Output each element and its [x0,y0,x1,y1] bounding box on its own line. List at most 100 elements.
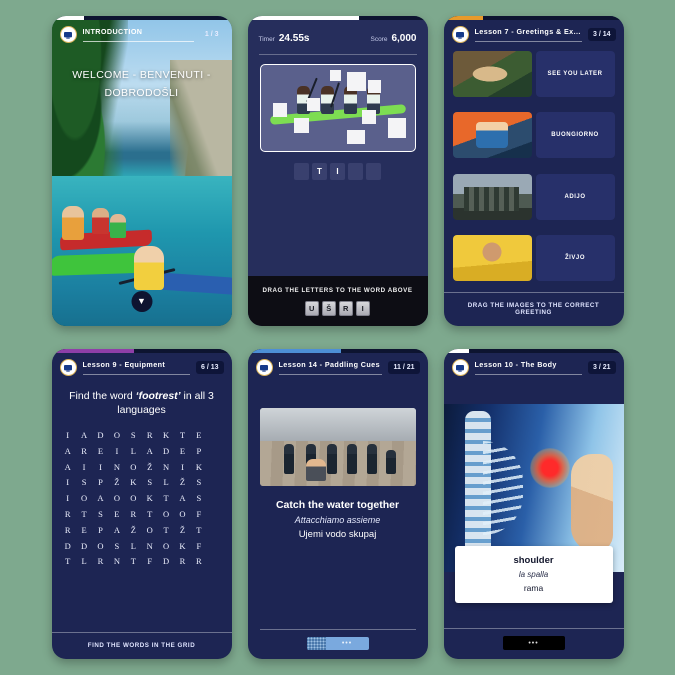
grid-letter[interactable]: K [125,475,141,491]
grid-letter[interactable]: F [191,507,207,523]
answer-slot[interactable]: T [312,163,327,180]
letter-tile[interactable]: R [339,301,353,316]
grid-letter[interactable]: R [125,507,141,523]
grid-letter[interactable]: Ž [141,460,157,476]
greeting-slot[interactable]: ŽIVJO [535,234,615,281]
grid-letter[interactable]: R [60,523,76,539]
answer-slot[interactable]: I [330,163,345,180]
draggable-image[interactable] [452,112,532,159]
grid-letter[interactable]: O [158,507,174,523]
letter-tile[interactable]: U [305,301,319,316]
grid-letter[interactable]: A [92,491,108,507]
grid-letter[interactable]: I [174,460,190,476]
grid-letter[interactable]: T [174,428,190,444]
grid-letter[interactable]: I [60,428,76,444]
grid-letter[interactable]: O [158,539,174,555]
grid-letter[interactable]: N [109,460,125,476]
grid-letter[interactable]: O [76,491,92,507]
letter-tile[interactable]: I [356,301,370,316]
grid-letter[interactable]: I [60,491,76,507]
grid-letter[interactable]: S [141,475,157,491]
grid-letter[interactable]: O [92,539,108,555]
greeting-slot[interactable]: SEE YOU LATER [535,51,615,97]
letter-tile[interactable]: Š [322,301,336,316]
grid-letter[interactable]: I [76,460,92,476]
grid-letter[interactable]: O [109,491,125,507]
grid-letter[interactable]: Ž [174,523,190,539]
grid-letter[interactable]: A [60,460,76,476]
greeting-slot[interactable]: BUONGIORNO [535,112,615,159]
grid-letter[interactable]: K [174,539,190,555]
grid-letter[interactable] [207,523,223,539]
grid-letter[interactable] [207,460,223,476]
grid-letter[interactable]: A [76,428,92,444]
grid-letter[interactable] [207,539,223,555]
grid-letter[interactable]: L [76,554,92,570]
grid-letter[interactable]: A [174,491,190,507]
grid-letter[interactable]: P [92,523,108,539]
grid-letter[interactable]: N [141,539,157,555]
grid-letter[interactable]: T [191,523,207,539]
grid-letter[interactable]: R [60,507,76,523]
grid-letter[interactable]: T [125,554,141,570]
drag-handle-icon[interactable] [306,637,326,650]
nav-pill[interactable]: ••• [502,636,565,650]
grid-letter[interactable] [207,428,223,444]
grid-letter[interactable]: F [141,554,157,570]
grid-letter[interactable]: O [141,523,157,539]
grid-letter[interactable]: I [92,460,108,476]
grid-letter[interactable]: T [76,507,92,523]
grid-letter[interactable]: E [174,444,190,460]
grid-letter[interactable]: E [76,523,92,539]
grid-letter[interactable]: S [125,428,141,444]
grid-letter[interactable]: S [76,475,92,491]
grid-letter[interactable]: D [60,539,76,555]
grid-letter[interactable]: K [158,428,174,444]
grid-letter[interactable]: Ž [109,475,125,491]
grid-letter[interactable]: K [191,460,207,476]
grid-letter[interactable]: O [125,491,141,507]
grid-letter[interactable]: O [125,460,141,476]
grid-letter[interactable]: K [141,491,157,507]
greeting-slot[interactable]: ADIJO [535,173,615,220]
grid-letter[interactable]: I [109,444,125,460]
letter-tray[interactable]: U Š R I [254,301,422,316]
draggable-image[interactable] [452,173,532,220]
grid-letter[interactable] [207,444,223,460]
grid-letter[interactable] [207,491,223,507]
nav-pill[interactable]: ••• [306,637,369,650]
grid-letter[interactable]: Ž [125,523,141,539]
grid-letter[interactable]: T [60,554,76,570]
grid-letter[interactable]: S [109,539,125,555]
grid-letter[interactable]: F [191,539,207,555]
grid-letter[interactable]: D [158,444,174,460]
grid-letter[interactable]: D [158,554,174,570]
grid-letter[interactable]: S [191,491,207,507]
grid-letter[interactable]: R [191,554,207,570]
grid-letter[interactable]: A [60,444,76,460]
grid-letter[interactable]: P [92,475,108,491]
grid-letter[interactable]: L [125,444,141,460]
grid-letter[interactable]: O [174,507,190,523]
nav-dots[interactable]: ••• [326,640,369,647]
answer-slot[interactable] [366,163,381,180]
grid-letter[interactable]: I [60,475,76,491]
grid-letter[interactable]: R [76,444,92,460]
grid-letter[interactable]: D [76,539,92,555]
grid-letter[interactable]: A [109,523,125,539]
grid-letter[interactable]: E [191,428,207,444]
grid-letter[interactable]: T [158,491,174,507]
grid-letter[interactable]: P [191,444,207,460]
grid-letter[interactable]: D [92,428,108,444]
chevron-down-icon[interactable]: ▼ [131,291,152,312]
grid-letter[interactable] [207,475,223,491]
draggable-image[interactable] [452,51,532,97]
answer-slot[interactable] [348,163,363,180]
grid-letter[interactable] [207,554,223,570]
grid-letter[interactable]: N [158,460,174,476]
grid-letter[interactable]: R [92,554,108,570]
vocab-card[interactable]: shoulder la spalla rama [454,546,613,603]
letter-grid[interactable]: IADOSRKTEAREILADEPAIINOŽNIKISPŽKSLŽSIOAO… [52,418,232,632]
grid-letter[interactable]: E [109,507,125,523]
grid-letter[interactable]: E [92,444,108,460]
